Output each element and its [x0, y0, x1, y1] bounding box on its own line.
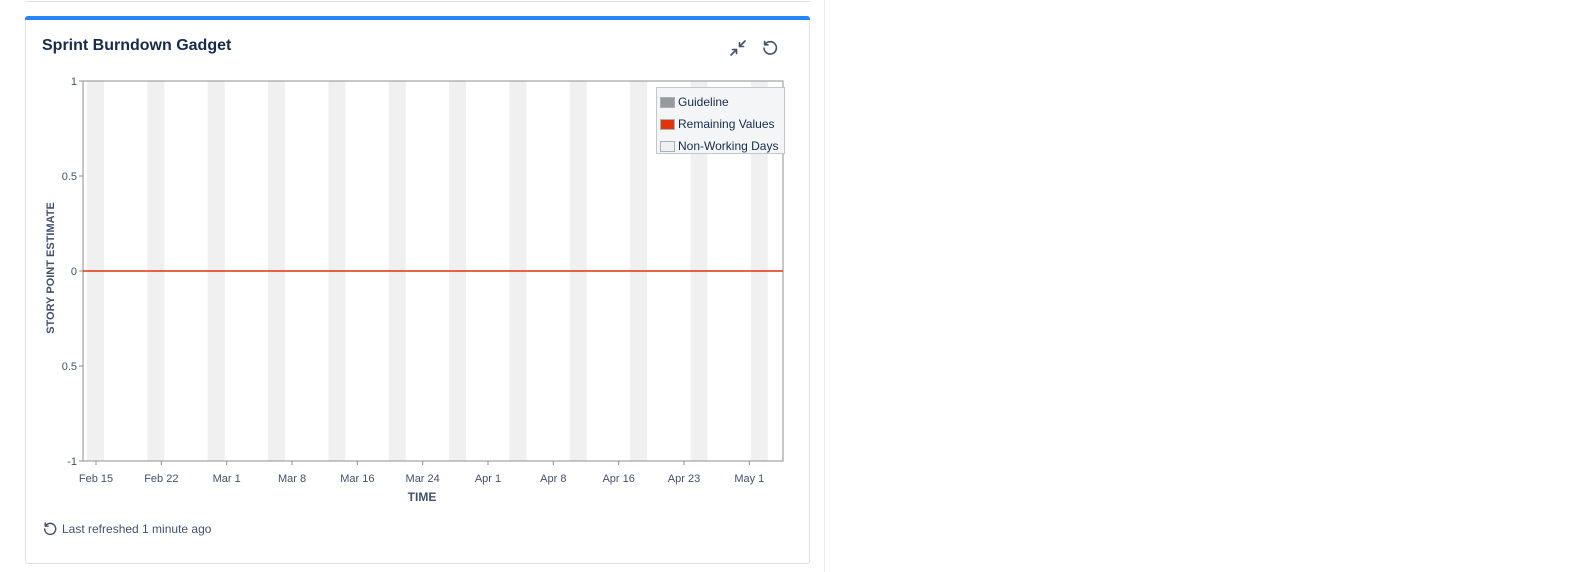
x-tick-label: Apr 16	[602, 473, 634, 485]
legend-item-non-working-days[interactable]: Non-Working Days	[660, 135, 781, 157]
last-refreshed: Last refreshed 1 minute ago	[42, 521, 211, 537]
y-tick-label: 0.5	[62, 361, 77, 373]
legend-item-remaining-values[interactable]: Remaining Values	[660, 113, 781, 135]
x-tick-label: May 1	[734, 473, 764, 485]
x-tick-label: Apr 8	[540, 473, 566, 485]
y-tick-label: 0.5	[62, 171, 77, 183]
x-tick-label: Mar 8	[278, 473, 306, 485]
legend-label: Non-Working Days	[678, 139, 779, 153]
last-refreshed-text: Last refreshed 1 minute ago	[62, 522, 212, 536]
refresh-icon	[43, 522, 57, 536]
legend-swatch	[660, 140, 675, 152]
x-tick-label: Feb 22	[144, 473, 178, 485]
y-tick-label: 1	[71, 76, 77, 88]
legend-item-guideline[interactable]: Guideline	[660, 91, 781, 113]
legend-label: Remaining Values	[678, 117, 775, 131]
y-axis-label: STORY POINT ESTIMATE	[45, 202, 57, 334]
x-tick-label: Apr 23	[668, 473, 700, 485]
chart-legend: Guideline Remaining Values Non-Working D…	[656, 87, 785, 154]
x-tick-label: Mar 1	[213, 473, 241, 485]
x-tick-label: Feb 15	[79, 473, 113, 485]
x-axis: Feb 15 Feb 22 Mar 1 Mar 8 Mar 16 Mar 24 Apr 1 A…	[79, 461, 764, 485]
y-tick-label: 0	[71, 266, 77, 278]
legend-swatch	[660, 118, 675, 130]
x-tick-label: Apr 1	[475, 473, 501, 485]
column-divider	[824, 0, 825, 572]
x-tick-label: Mar 16	[340, 473, 374, 485]
x-tick-label: Mar 24	[406, 473, 440, 485]
sprint-burndown-gadget: Sprint Burndown Gadget 1 0.5 0 0.5 -1 Feb 15…	[25, 16, 810, 564]
y-tick-label: -1	[67, 456, 77, 468]
x-axis-label: TIME	[408, 490, 437, 504]
y-axis: 1 0.5 0 0.5 -1	[62, 76, 83, 468]
previous-gadget-edge	[25, 0, 810, 2]
legend-swatch	[660, 96, 675, 108]
legend-label: Guideline	[678, 95, 729, 109]
